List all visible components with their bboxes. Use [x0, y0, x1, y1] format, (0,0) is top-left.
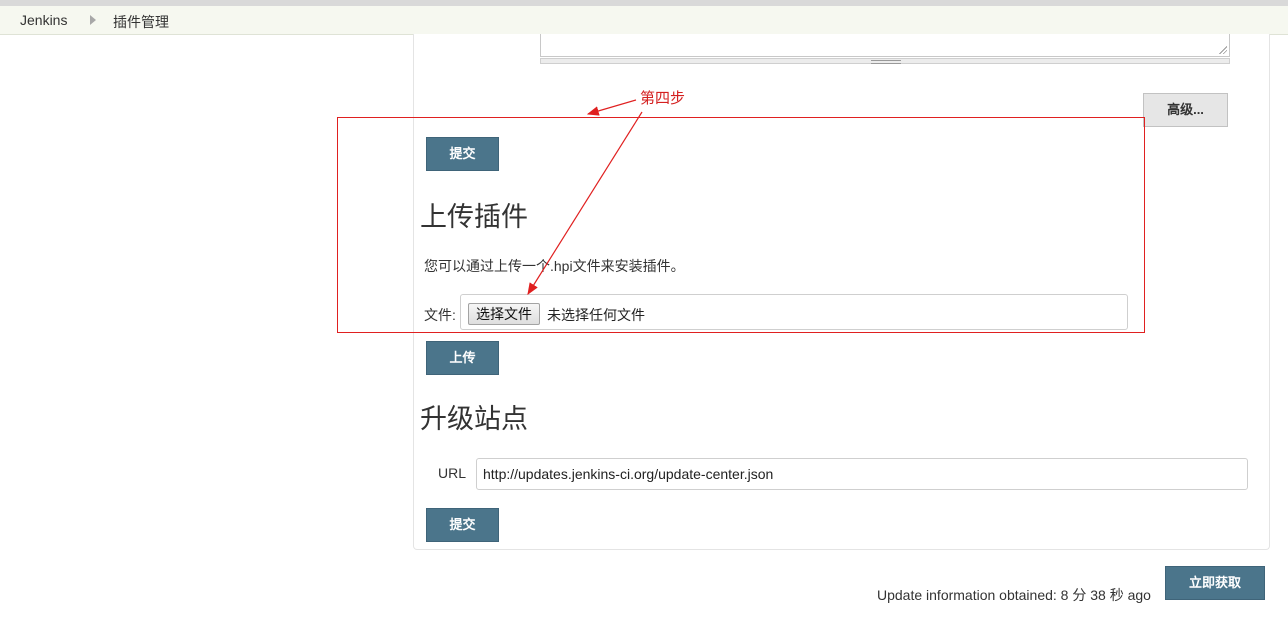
- textarea-resize-handle[interactable]: [540, 58, 1230, 64]
- no-file-selected-text: 未选择任何文件: [547, 307, 645, 323]
- file-input[interactable]: 选择文件 未选择任何文件: [460, 294, 1128, 330]
- update-site-heading: 升级站点: [420, 404, 528, 435]
- annotation-label: 第四步: [640, 90, 686, 107]
- proxy-textarea[interactable]: [540, 34, 1230, 57]
- update-info-text: Update information obtained: 8 分 38 秒 ag…: [877, 587, 1151, 603]
- upload-button[interactable]: 上传: [426, 341, 499, 375]
- choose-file-button[interactable]: 选择文件: [468, 303, 540, 325]
- check-now-button[interactable]: 立即获取: [1165, 566, 1265, 600]
- update-site-url-input[interactable]: [476, 458, 1248, 490]
- grip-icon: [871, 60, 901, 64]
- upload-plugin-heading: 上传插件: [420, 202, 528, 233]
- file-label: 文件:: [424, 307, 456, 323]
- breadcrumb: Jenkins 插件管理: [0, 6, 1288, 35]
- advanced-button[interactable]: 高级...: [1143, 93, 1228, 127]
- upload-description: 您可以通过上传一个.hpi文件来安装插件。: [424, 258, 685, 274]
- breadcrumb-separator-icon: [90, 15, 96, 25]
- submit-button-update-site[interactable]: 提交: [426, 508, 499, 542]
- breadcrumb-item-jenkins[interactable]: Jenkins: [20, 12, 67, 28]
- breadcrumb-item-plugin-manager[interactable]: 插件管理: [113, 12, 169, 32]
- submit-button-top[interactable]: 提交: [426, 137, 499, 171]
- resize-grip-icon[interactable]: [1219, 46, 1227, 54]
- url-label: URL: [438, 465, 467, 481]
